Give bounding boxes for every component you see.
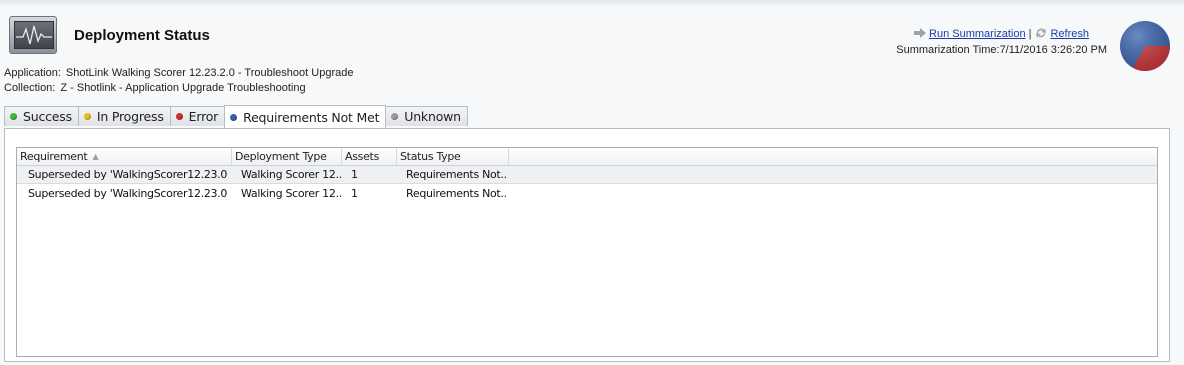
collection-info: Collection: Z - Shotlink - Application Up… (4, 82, 306, 94)
tab-panel: Requirement ▲ Deployment Type Assets Stat… (4, 128, 1170, 362)
status-dot-icon (175, 113, 183, 120)
column-header-requirement[interactable]: Requirement ▲ (17, 148, 232, 165)
status-dot-icon (391, 113, 399, 120)
collection-label: Collection: (4, 82, 56, 94)
summarization-time: Summarization Time:7/11/2016 3:26:20 PM (896, 44, 1107, 56)
collection-value: Z - Shotlink - Application Upgrade Troub… (60, 82, 306, 94)
application-value: ShotLink Walking Scorer 12.23.2.0 - Trou… (65, 67, 354, 79)
cell-status-type: Requirements Not... (406, 187, 506, 200)
deployment-status-window: Deployment Status Application: ShotLink W… (0, 0, 1184, 365)
tab-unknown[interactable]: Unknown (385, 106, 468, 126)
tab-label: Requirements Not Met (243, 109, 380, 125)
column-header-status-type[interactable]: Status Type (397, 148, 509, 165)
separator: | (1028, 28, 1032, 40)
sort-ascending-icon: ▲ (92, 152, 99, 161)
application-info: Application: ShotLink Walking Scorer 12.2… (4, 67, 353, 79)
refresh-link[interactable]: Refresh (1050, 28, 1089, 40)
status-tabs: Success In Progress Error Requirements Not … (4, 105, 468, 128)
table-row[interactable]: Superseded by 'WalkingScorer12.23.0.0...… (17, 185, 1157, 203)
cell-requirement: Superseded by 'WalkingScorer12.23.0.0... (28, 187, 228, 200)
tab-requirements-not-met[interactable]: Requirements Not Met (224, 105, 387, 128)
cell-requirement: Superseded by 'WalkingScorer12.23.0.0... (28, 168, 228, 181)
cell-assets: 1 (351, 187, 358, 200)
run-icon (914, 28, 927, 38)
cell-assets: 1 (351, 168, 358, 181)
tab-error[interactable]: Error (169, 106, 226, 126)
tab-label: In Progress (96, 109, 164, 124)
status-pie-chart (1120, 21, 1170, 71)
page-title: Deployment Status (74, 27, 210, 44)
actions-bar: Run Summarization | Refresh (914, 28, 1089, 40)
application-label: Application: (4, 67, 61, 79)
column-header-deployment-type[interactable]: Deployment Type (232, 148, 342, 165)
monitor-icon (9, 16, 57, 54)
summarization-time-value: 7/11/2016 3:26:20 PM (999, 44, 1107, 56)
cell-deployment-type: Walking Scorer 12... (241, 187, 341, 200)
refresh-icon (1036, 28, 1047, 38)
top-strip (0, 0, 1184, 6)
grid-header: Requirement ▲ Deployment Type Assets Stat… (17, 148, 1157, 166)
tab-in-progress[interactable]: In Progress (77, 106, 171, 126)
tab-success[interactable]: Success (4, 106, 79, 126)
requirements-grid: Requirement ▲ Deployment Type Assets Stat… (16, 147, 1158, 357)
status-dot-icon (83, 113, 91, 120)
cell-deployment-type: Walking Scorer 12... (241, 168, 341, 181)
summarization-time-label: Summarization Time: (896, 44, 1000, 56)
status-dot-icon (10, 113, 17, 120)
tab-label: Error (188, 109, 219, 124)
column-header-assets[interactable]: Assets (342, 148, 397, 165)
tab-label: Success (23, 109, 72, 124)
tab-label: Unknown (404, 109, 461, 124)
run-summarization-link[interactable]: Run Summarization (929, 28, 1026, 40)
status-dot-icon (230, 113, 238, 121)
cell-status-type: Requirements Not... (406, 168, 506, 181)
table-row[interactable]: Superseded by 'WalkingScorer12.23.0.0...… (17, 166, 1157, 184)
